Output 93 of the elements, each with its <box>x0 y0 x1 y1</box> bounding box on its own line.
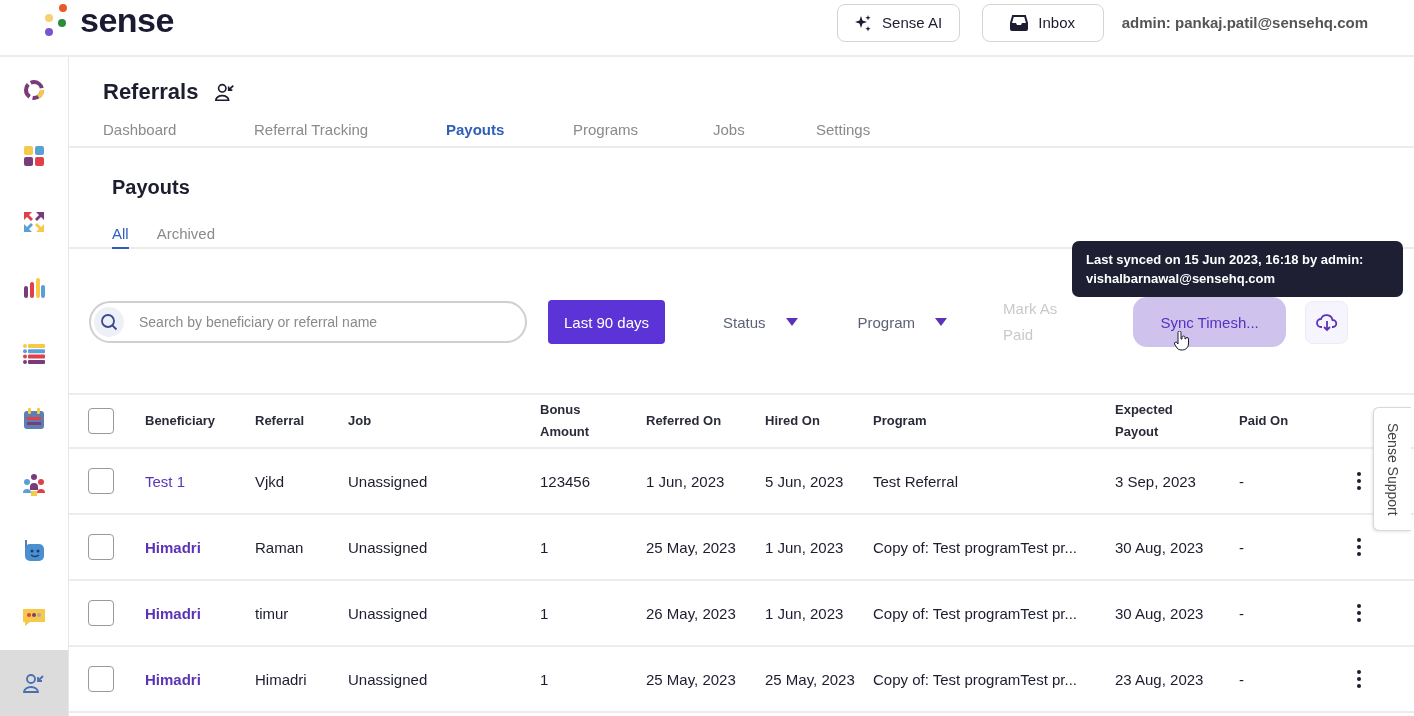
column-header: Hired On <box>765 412 821 430</box>
filter-tab[interactable]: Archived <box>156 221 216 249</box>
table-cell-text: 5 Jun, 2023 <box>765 471 845 492</box>
beneficiary-link[interactable]: Test 1 <box>145 468 255 494</box>
calendar-icon <box>22 407 46 432</box>
nav-tab[interactable]: Referral Tracking <box>254 115 446 146</box>
logo-icon <box>44 2 70 39</box>
table-cell-text: - <box>1239 669 1245 690</box>
filter-tab[interactable]: All <box>112 221 129 249</box>
table-cell-text: 30 Aug, 2023 <box>1115 603 1205 624</box>
table-cell-text: Raman <box>255 537 305 558</box>
arrows-icon <box>22 209 46 234</box>
table-cell-text: 1 Jun, 2023 <box>765 603 845 624</box>
table-cell-text: Unassigned <box>348 537 429 558</box>
table-cell-text: Unassigned <box>348 603 429 624</box>
caret-icon <box>935 318 948 326</box>
table-cell-text: Unassigned <box>348 669 429 690</box>
column-header: Beneficiary <box>145 412 217 430</box>
column-header: Job <box>348 412 373 430</box>
search-icon <box>100 313 118 331</box>
table-cell-text: 1 Jun, 2023 <box>765 537 845 558</box>
grid-icon <box>22 143 46 168</box>
table-cell-text: 3 Sep, 2023 <box>1115 471 1197 492</box>
table-cell-text: Copy of: Test programTest pr... <box>873 537 1078 558</box>
sparkle-icon <box>854 13 873 32</box>
beneficiary-link[interactable]: Himadri <box>145 534 255 560</box>
section-title: Payouts <box>112 176 191 199</box>
column-header: Program <box>873 412 928 430</box>
nav-tab[interactable]: Dashboard <box>103 115 254 146</box>
more-options-icon[interactable] <box>1357 670 1361 688</box>
user-email: admin: pankaj.patil@sensehq.com <box>1121 14 1368 31</box>
more-options-icon[interactable] <box>1357 604 1361 622</box>
table-cell-text: 1 Jun, 2023 <box>646 471 726 492</box>
column-header: Referred On <box>646 412 723 430</box>
table-cell-text: 26 May, 2023 <box>646 603 737 624</box>
table-cell-text: Himadri <box>255 669 308 690</box>
table-cell-text: Test Referral <box>873 471 960 492</box>
table-cell-text: 1 <box>540 537 550 558</box>
list-icon <box>22 341 46 366</box>
search-field[interactable]: Search by beneficiary or referral name <box>89 301 527 343</box>
table-cell-text: 23 Aug, 2023 <box>1115 669 1205 690</box>
table-cell-text: 25 May, 2023 <box>765 669 856 690</box>
table-cell-text: 1 <box>540 603 550 624</box>
hand-cursor-icon <box>1174 331 1190 351</box>
row-checkbox[interactable] <box>88 600 114 626</box>
inbox-icon <box>1010 14 1029 31</box>
table-cell-text: Copy of: Test programTest pr... <box>873 669 1078 690</box>
column-header: Referral <box>255 412 306 430</box>
robot-icon <box>22 539 46 564</box>
nav-tab[interactable]: Jobs <box>713 115 816 146</box>
nav-tab[interactable]: Settings <box>816 115 906 146</box>
table-cell-text: 30 Aug, 2023 <box>1115 537 1205 558</box>
table-cell-text: - <box>1239 537 1245 558</box>
table-cell-text: timur <box>255 603 290 624</box>
more-options-icon[interactable] <box>1357 538 1361 556</box>
table-cell-text: Unassigned <box>348 471 429 492</box>
table-cell-text: 25 May, 2023 <box>646 537 737 558</box>
sync-tooltip: Last synced on 15 Jun 2023, 16:18 by admin: vishalbarnawal@sensehq.com <box>1072 241 1403 297</box>
date-range-button[interactable]: Last 90 days <box>548 300 665 344</box>
table-cell-text: 25 May, 2023 <box>646 669 737 690</box>
nav-tab[interactable]: Payouts <box>446 115 573 146</box>
filter-dropdown[interactable]: Status <box>707 313 814 331</box>
column-header: Expected Payout <box>1115 401 1174 441</box>
more-options-icon[interactable] <box>1357 472 1361 490</box>
table-cell-text: - <box>1239 471 1245 492</box>
row-checkbox[interactable] <box>88 468 114 494</box>
inbox-button[interactable]: Inbox <box>981 3 1104 42</box>
caret-icon <box>785 318 798 326</box>
page-title: Referrals <box>103 79 199 105</box>
sense-ai-button[interactable]: Sense AI <box>836 3 960 42</box>
beneficiary-link[interactable]: Himadri <box>145 600 255 626</box>
table-cell-text: - <box>1239 603 1245 624</box>
nav-tab[interactable]: Programs <box>573 115 713 146</box>
download-button[interactable] <box>1305 300 1349 344</box>
select-all-checkbox[interactable] <box>88 408 114 434</box>
table-cell-text: 123456 <box>540 471 592 492</box>
row-checkbox[interactable] <box>88 534 114 560</box>
referral-user-icon <box>22 671 46 696</box>
table-cell-text: 1 <box>540 669 550 690</box>
bar-chart-icon <box>22 275 46 300</box>
row-checkbox[interactable] <box>88 666 114 692</box>
logo-text: sense <box>80 1 174 40</box>
table-cell-text: Vjkd <box>255 471 286 492</box>
sync-timesheet-button[interactable]: Sync Timesh... <box>1133 297 1287 347</box>
column-header: Bonus Amount <box>540 401 591 441</box>
support-tab[interactable]: Sense Support <box>1373 407 1411 531</box>
table-cell-text: Copy of: Test programTest pr... <box>873 603 1078 624</box>
people-icon <box>22 473 46 498</box>
ring-icon <box>22 77 46 102</box>
filter-dropdown[interactable]: Program <box>841 313 964 331</box>
column-header: Paid On <box>1239 412 1290 430</box>
cloud-download-icon <box>1315 312 1338 332</box>
beneficiary-link[interactable]: Himadri <box>145 666 255 692</box>
